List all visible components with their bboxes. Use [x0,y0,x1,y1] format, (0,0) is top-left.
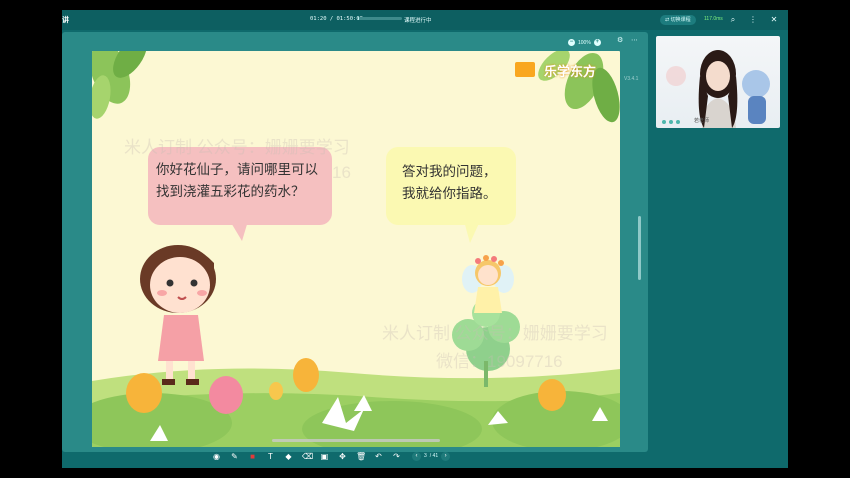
watermark-3: 微信：19097716 [436,352,563,371]
current-page: 3 [424,453,427,459]
undo-icon[interactable]: ↶ [374,452,383,461]
pen-icon[interactable]: ✎ [230,452,239,461]
shape-tool-icon[interactable]: ◆ [284,452,293,461]
video-panel: 若老师 [652,32,788,452]
brand-logo-mark [515,62,535,77]
lesson-progress-bar [358,17,402,20]
zoom-controls: − 100% + [568,39,601,46]
switch-lesson-button[interactable]: ⇄ 切换课程 [660,15,696,25]
text-tool-icon[interactable]: T [266,452,275,461]
slide-toolbar: ◉ ✎ ■ T ◆ ⌫ ▣ ✥ 🗑 ↶ ↷ ‹ 3 / 41 › [212,448,492,464]
network-latency: 117.0ms [704,16,723,22]
delete-icon[interactable]: 🗑 [356,452,366,461]
zoom-level: 100% [578,39,591,46]
teacher-video: 若老师 [656,36,780,128]
version-label: V3.4.1 [624,76,639,82]
settings-gear-icon[interactable]: ⚙ [617,36,623,44]
slide-scrollbar[interactable] [638,216,641,280]
brand-logo-text: 乐学东方 [544,64,597,79]
bubble-fairy-line1: 答对我的问题， [402,164,497,179]
total-pages: / 41 [429,453,439,459]
fairy-character [462,255,514,313]
eraser-icon[interactable]: ⌫ [302,452,313,461]
leaves-top-left [92,51,147,119]
redo-icon[interactable]: ↷ [392,452,401,461]
color-picker-icon[interactable]: ■ [248,452,257,461]
page-navigator: ‹ 3 / 41 › [412,451,451,461]
lesson-status: 课程进行中 [404,18,432,24]
girl-character [140,245,216,385]
pointer-icon[interactable]: ◉ [212,452,221,461]
teacher-name: 若老师 [694,118,710,124]
close-icon[interactable]: ✕ [767,13,781,27]
bubble-fairy-line2: 我就给你指路。 [402,186,497,201]
watermark-2: 米人订制 公众号：姗姗要学习 [382,324,608,343]
zoom-in-button[interactable]: + [593,39,601,46]
zoom-out-button[interactable]: − [568,39,575,46]
classroom-window: 讲 01:20 / 01:50:00 课程进行中 ⇄ 切换课程 117.0ms … [62,10,788,468]
speech-bubble-fairy: 答对我的问题， 我就给你指路。 [386,147,516,225]
slide-illustration [92,51,620,447]
slide-canvas[interactable]: 乐学东方 你好花仙子，请问哪里可以 找到浇灌五彩花的药水？ 答对我的问题， 我就… [92,51,620,447]
title-bar: 讲 01:20 / 01:50:00 课程进行中 ⇄ 切换课程 117.0ms … [62,10,788,30]
prev-page-button[interactable]: ‹ [412,451,421,461]
next-page-button[interactable]: › [441,451,451,461]
search-icon[interactable]: ⌕ [726,13,740,27]
more-menu-icon[interactable]: ⋮ [746,13,760,27]
speech-bubble-girl: 你好花仙子，请问哪里可以 找到浇灌五彩花的药水？ [148,147,332,225]
watermark-1-number: 16 [332,163,351,182]
bubble-girl-line2: 找到浇灌五彩花的药水？ [156,184,305,199]
more-options-icon[interactable]: ⋯ [631,36,638,44]
watermark-1: 米人订制 公众号：姗姗要学习 [124,138,350,157]
move-icon[interactable]: ✥ [338,452,347,461]
lesson-time: 01:20 / 01:50:00 [310,16,363,22]
window-title: 讲 [62,17,69,24]
bubble-girl-line1: 你好花仙子，请问哪里可以 [156,162,318,177]
teacher-video-frame [662,50,770,128]
screenshot-icon[interactable]: ▣ [320,452,329,461]
